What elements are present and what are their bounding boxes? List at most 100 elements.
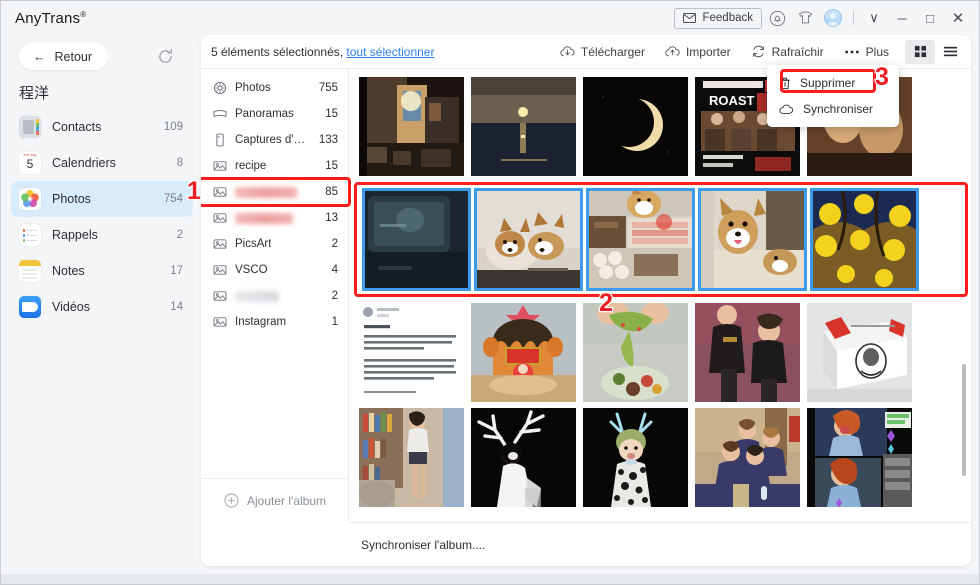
close-button[interactable]: ✕ <box>945 3 971 33</box>
album-icon <box>213 161 227 171</box>
more-label: Plus <box>865 44 889 59</box>
album-item-captures[interactable]: Captures d'… 133 <box>201 127 348 153</box>
album-item-photos[interactable]: Photos 755 <box>201 75 348 101</box>
maximize-button[interactable]: □ <box>917 3 943 33</box>
sidebar-item-count: 17 <box>170 265 183 277</box>
photo-lanterns[interactable] <box>810 188 919 291</box>
sidebar-item-calendriers[interactable]: the day 5 Calendriers 8 <box>11 145 193 181</box>
album-item-instagram[interactable]: Instagram 1 <box>201 309 348 335</box>
photo-text-screenshot[interactable] <box>359 303 464 402</box>
app-title: AnyTrans® <box>15 10 86 27</box>
feedback-button[interactable]: Feedback <box>674 7 762 29</box>
album-icon <box>213 213 227 223</box>
dropdown-chevron-icon[interactable]: ∨ <box>861 3 887 33</box>
anytrans-window: AnyTrans® Feedback ∨ ─ □ ✕ ← Retour 程洋 C… <box>0 0 980 585</box>
grid-scrollbar[interactable] <box>961 109 967 476</box>
select-all-link[interactable]: tout sélectionner <box>346 45 434 59</box>
registered-mark: ® <box>80 9 87 19</box>
refresh-button[interactable]: Rafraîchir <box>741 38 834 66</box>
album-name-redacted <box>235 290 279 302</box>
album-count: 13 <box>325 212 338 224</box>
photo-grid: ROAST <box>354 77 971 513</box>
album-count: 1 <box>331 316 338 328</box>
album-item-picsart[interactable]: PicsArt 2 <box>201 231 348 257</box>
album-item-blurred-2[interactable]: 13 <box>201 205 348 231</box>
scrollbar-thumb[interactable] <box>962 364 966 476</box>
photo-two-people[interactable] <box>695 303 800 402</box>
sidebar-item-count: 8 <box>176 157 183 169</box>
list-view-button[interactable] <box>935 40 965 64</box>
album-name-redacted <box>235 212 293 224</box>
avatar[interactable] <box>820 5 846 31</box>
import-button[interactable]: Importer <box>655 38 741 66</box>
status-bar: Synchroniser l'album.... <box>349 522 971 566</box>
title-bar-right: Feedback ∨ ─ □ ✕ <box>674 1 979 35</box>
sidebar-item-count: 2 <box>176 229 183 241</box>
selection-status: 5 éléments sélectionnés, tout sélectionn… <box>211 45 434 59</box>
album-item-vsco[interactable]: VSCO 4 <box>201 257 348 283</box>
album-name: Photos <box>235 82 271 94</box>
minimize-button[interactable]: ─ <box>889 3 915 33</box>
bottom-strip <box>1 574 979 584</box>
sidebar-item-label: Vidéos <box>52 300 90 314</box>
back-label: Retour <box>54 49 93 64</box>
album-item-panoramas[interactable]: Panoramas 15 <box>201 101 348 127</box>
photo-crescent-moon[interactable] <box>583 77 688 176</box>
photo-street-night[interactable] <box>359 77 464 176</box>
album-item-blurred-3[interactable]: 2 <box>201 283 348 309</box>
photo-row <box>359 303 971 402</box>
photo-sunset-sea[interactable] <box>471 77 576 176</box>
album-count: 4 <box>331 264 338 276</box>
photo-christmas-cake[interactable] <box>471 303 576 402</box>
album-icon <box>213 265 227 275</box>
back-button[interactable]: ← Retour <box>19 43 109 70</box>
more-dots-icon <box>844 50 859 53</box>
album-name: Captures d'… <box>235 134 305 146</box>
grid-view-button[interactable] <box>905 39 935 64</box>
photo-group-school[interactable] <box>695 408 800 507</box>
photo-antlers-green[interactable] <box>583 408 688 507</box>
user-name: 程洋 <box>19 85 50 102</box>
sidebar-item-label: Photos <box>52 192 91 206</box>
photo-kfc-box[interactable] <box>807 303 912 402</box>
sidebar-item-videos[interactable]: Vidéos 14 <box>11 289 193 325</box>
more-button[interactable]: Plus <box>834 38 899 66</box>
album-name: Instagram <box>235 316 287 328</box>
add-album-button[interactable]: Ajouter l'album <box>201 478 349 522</box>
photo-car-window[interactable] <box>362 188 471 291</box>
photos-album-icon <box>213 81 227 95</box>
download-button[interactable]: Télécharger <box>550 38 655 66</box>
menu-item-label: Synchroniser <box>803 102 874 116</box>
menu-item-synchroniser[interactable]: Synchroniser <box>767 96 899 122</box>
app-title-text: AnyTrans <box>15 9 81 27</box>
photo-woman-bookshelf[interactable] <box>359 408 464 507</box>
list-view-icon <box>943 46 957 57</box>
title-bar: AnyTrans® Feedback ∨ ─ □ ✕ <box>1 1 979 35</box>
sidebar-item-count: 754 <box>163 193 183 205</box>
album-item-selected[interactable]: 85 <box>201 177 351 207</box>
back-row: ← Retour <box>1 35 201 70</box>
left-sidebar: ← Retour 程洋 Contacts 109 the day 5 Calen… <box>1 35 201 584</box>
videos-icon <box>19 296 41 318</box>
refresh-icon[interactable] <box>152 44 178 70</box>
photo-dog-groceries[interactable] <box>586 188 695 291</box>
sidebar-item-notes[interactable]: Notes 17 <box>11 253 193 289</box>
sidebar-item-rappels[interactable]: Rappels 2 <box>11 217 193 253</box>
sidebar-item-photos[interactable]: Photos 754 <box>11 181 193 217</box>
photo-antlers-white[interactable] <box>471 408 576 507</box>
step-marker-2: 2 <box>598 288 614 319</box>
shirt-icon[interactable] <box>792 5 818 31</box>
view-toggle <box>905 39 965 64</box>
sidebar-item-contacts[interactable]: Contacts 109 <box>11 109 193 145</box>
album-icon <box>213 187 227 197</box>
reminders-icon <box>19 224 41 246</box>
album-item-recipe[interactable]: recipe 15 <box>201 153 348 179</box>
nav-list: Contacts 109 the day 5 Calendriers 8 Pho… <box>1 109 201 325</box>
photo-grid-area: ROAST <box>349 69 971 522</box>
sidebar-item-count: 14 <box>170 301 183 313</box>
bell-icon[interactable] <box>764 5 790 31</box>
photo-corgi-sofa[interactable] <box>698 188 807 291</box>
photo-stream-collage[interactable] <box>807 408 912 507</box>
trash-icon <box>780 77 790 89</box>
photo-two-corgis[interactable] <box>474 188 583 291</box>
